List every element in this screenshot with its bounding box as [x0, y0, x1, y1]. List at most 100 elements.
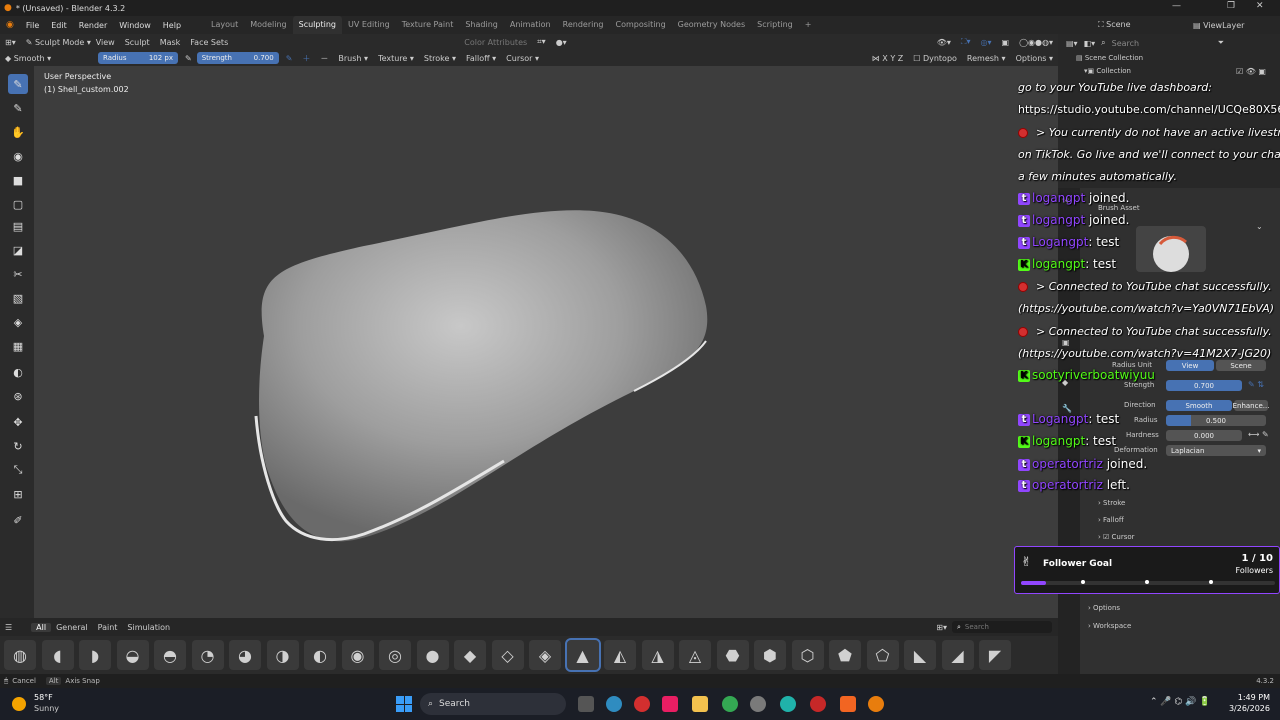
stroke-menu[interactable]: Stroke ▾ — [419, 54, 461, 63]
options-menu[interactable]: Options ▾ — [1011, 54, 1058, 63]
hardness-field[interactable]: 0.000 — [1166, 430, 1242, 441]
blender-menu-icon[interactable]: ◉ — [0, 20, 20, 30]
brush-thumbnail[interactable]: ● — [416, 640, 449, 670]
box-face-set-tool-icon[interactable]: ◪ — [8, 240, 28, 260]
brush-thumbnail[interactable]: ◤ — [979, 640, 1011, 670]
tab-shading[interactable]: Shading — [459, 16, 504, 34]
brush-menu[interactable]: Brush ▾ — [333, 54, 373, 63]
shelf-tab-paint[interactable]: Paint — [93, 623, 123, 632]
draw-tool-icon[interactable]: ✎ — [8, 98, 28, 118]
view-menu[interactable]: View — [91, 38, 120, 47]
collection-row[interactable]: ▾▣ Collection — [1084, 67, 1131, 75]
falloff-panel-header[interactable]: › Falloff — [1098, 516, 1124, 524]
box-trim-tool-icon[interactable]: ✂ — [8, 264, 28, 284]
smooth-brush-tool-icon[interactable]: ✎ — [8, 74, 28, 94]
windows-start-icon[interactable] — [396, 696, 412, 712]
subtract-direction-icon[interactable]: － — [315, 53, 333, 64]
expand-chevron-icon[interactable]: ⌄ — [1256, 222, 1263, 231]
radius-pen-icon[interactable]: ✎ — [180, 54, 197, 63]
falloff-menu[interactable]: Falloff ▾ — [461, 54, 501, 63]
shelf-tab-all[interactable]: All — [31, 622, 52, 632]
mask-menu[interactable]: Mask — [155, 38, 186, 47]
face-set-edit-tool-icon[interactable]: ⊛ — [8, 386, 28, 406]
tab-geometry-nodes[interactable]: Geometry Nodes — [672, 16, 751, 34]
minimize-button[interactable]: — — [1172, 1, 1181, 11]
menu-edit[interactable]: Edit — [45, 21, 73, 30]
brush-thumbnail[interactable]: ◉ — [341, 640, 374, 670]
remesh-menu[interactable]: Remesh ▾ — [962, 54, 1011, 63]
editor-type-icon[interactable]: ⊞▾ — [0, 38, 21, 47]
strength-pen-icon[interactable]: ✎ — [281, 54, 298, 63]
brush-thumbnail[interactable]: ▲ — [564, 638, 601, 672]
brush-thumbnail[interactable]: ◆ — [454, 640, 486, 670]
blender-taskbar-icon[interactable] — [868, 696, 884, 712]
tiktok-icon[interactable] — [662, 696, 678, 712]
props-strength-field[interactable]: 0.700 — [1166, 380, 1242, 391]
symmetry-axes[interactable]: ⋈ X Y Z — [867, 54, 908, 63]
props-radius-field[interactable]: 0.500 — [1166, 415, 1266, 426]
tab-rendering[interactable]: Rendering — [557, 16, 610, 34]
color-attributes-menu[interactable]: Color Attributes — [459, 38, 532, 47]
shelf-view-icon[interactable]: ⊞▾ — [931, 623, 952, 632]
brush-thumbnail[interactable]: ◎ — [379, 640, 411, 670]
stroke-panel-header[interactable]: › Stroke — [1098, 499, 1125, 507]
visibility-icon[interactable]: 👁▾ — [932, 38, 956, 47]
add-direction-icon[interactable]: ＋ — [297, 53, 315, 64]
scene-collection-row[interactable]: ▤ Scene Collection — [1076, 54, 1143, 62]
mesh-filter-tool-icon[interactable]: ◈ — [8, 312, 28, 332]
shading-modes-icon[interactable]: ◯◉●◍▾ — [1014, 38, 1058, 47]
radius-unit-scene-button[interactable]: Scene — [1216, 360, 1266, 371]
outliner-display-icon[interactable]: ◧▾ — [1084, 39, 1096, 48]
tab-layout[interactable]: Layout — [205, 16, 244, 34]
clay-tool-icon[interactable]: ✋ — [8, 122, 28, 142]
mode-selector[interactable]: ✎ Sculpt Mode ▾ — [21, 38, 91, 47]
workspace-panel-header[interactable]: › Workspace — [1088, 622, 1131, 630]
task-view-icon[interactable] — [578, 696, 594, 712]
edge-icon[interactable] — [780, 696, 796, 712]
dyntopo-toggle[interactable]: ☐ Dyntopo — [908, 54, 962, 63]
settings-gear-icon[interactable] — [750, 696, 766, 712]
cloth-filter-tool-icon[interactable]: ▦ — [8, 336, 28, 356]
brush-thumbnail[interactable]: ⬣ — [716, 640, 749, 670]
brush-thumbnail[interactable]: ◓ — [154, 640, 186, 670]
tray-icons[interactable]: ⌃ 🎤 ⌬ 🔊 🔋 — [1150, 697, 1210, 707]
brush-thumbnail[interactable]: ◭ — [604, 640, 636, 670]
box-hide-tool-icon[interactable]: ▤ — [8, 216, 28, 236]
direction-smooth-button[interactable]: Smooth — [1166, 400, 1232, 411]
chrome-icon[interactable] — [722, 696, 738, 712]
direction-enhance-button[interactable]: Enhance... — [1233, 400, 1269, 411]
brush-thumbnail[interactable]: ◍ — [4, 640, 36, 670]
scene-selector[interactable]: ⛶ Scene — [1093, 20, 1188, 30]
annotate-tool-icon[interactable]: ✐ — [8, 510, 28, 530]
brush-thumbnail[interactable]: ⬡ — [791, 640, 824, 670]
brush-thumbnail[interactable]: ◈ — [529, 640, 561, 670]
cursor-menu[interactable]: Cursor ▾ — [501, 54, 544, 63]
sculpt-menu[interactable]: Sculpt — [120, 38, 155, 47]
hardness-pressure-icon[interactable]: ⟷ ✎ — [1248, 430, 1269, 439]
radius-unit-view-button[interactable]: View — [1166, 360, 1214, 371]
shelf-tab-simulation[interactable]: Simulation — [122, 623, 175, 632]
brush-thumbnail[interactable]: ⬢ — [754, 640, 786, 670]
brush-thumbnail[interactable]: ◣ — [904, 640, 936, 670]
collection-visibility-icons[interactable]: ☑ 👁 ▣ — [1236, 67, 1266, 76]
color-filter-tool-icon[interactable]: ◐ — [8, 362, 28, 382]
brush-selector[interactable]: ◆ Smooth ▾ — [0, 54, 98, 63]
brush-thumbnail[interactable]: ◐ — [304, 640, 336, 670]
rotate-tool-icon[interactable]: ↻ — [8, 436, 28, 456]
brush-thumbnail[interactable]: ◒ — [116, 640, 149, 670]
tab-texture-paint[interactable]: Texture Paint — [396, 16, 460, 34]
paint-tool-icon[interactable]: ◉ — [8, 146, 28, 166]
brush-thumbnail[interactable]: ◮ — [641, 640, 674, 670]
brush-thumbnail[interactable]: ◔ — [191, 640, 224, 670]
maximize-button[interactable]: ❐ — [1227, 1, 1235, 11]
outliner-search-input[interactable]: Search — [1112, 39, 1212, 48]
brush-thumbnail[interactable]: ◗ — [79, 640, 111, 670]
menu-window[interactable]: Window — [113, 21, 157, 30]
filter-icon[interactable]: ⏷ — [1218, 38, 1224, 48]
app-red-icon[interactable] — [634, 696, 650, 712]
app-orange-icon[interactable] — [840, 696, 856, 712]
app-record-icon[interactable] — [810, 696, 826, 712]
overlay-icon[interactable]: ◎▾ — [976, 38, 997, 47]
options-panel-header[interactable]: › Options — [1088, 604, 1120, 612]
line-project-tool-icon[interactable]: ▧ — [8, 288, 28, 308]
